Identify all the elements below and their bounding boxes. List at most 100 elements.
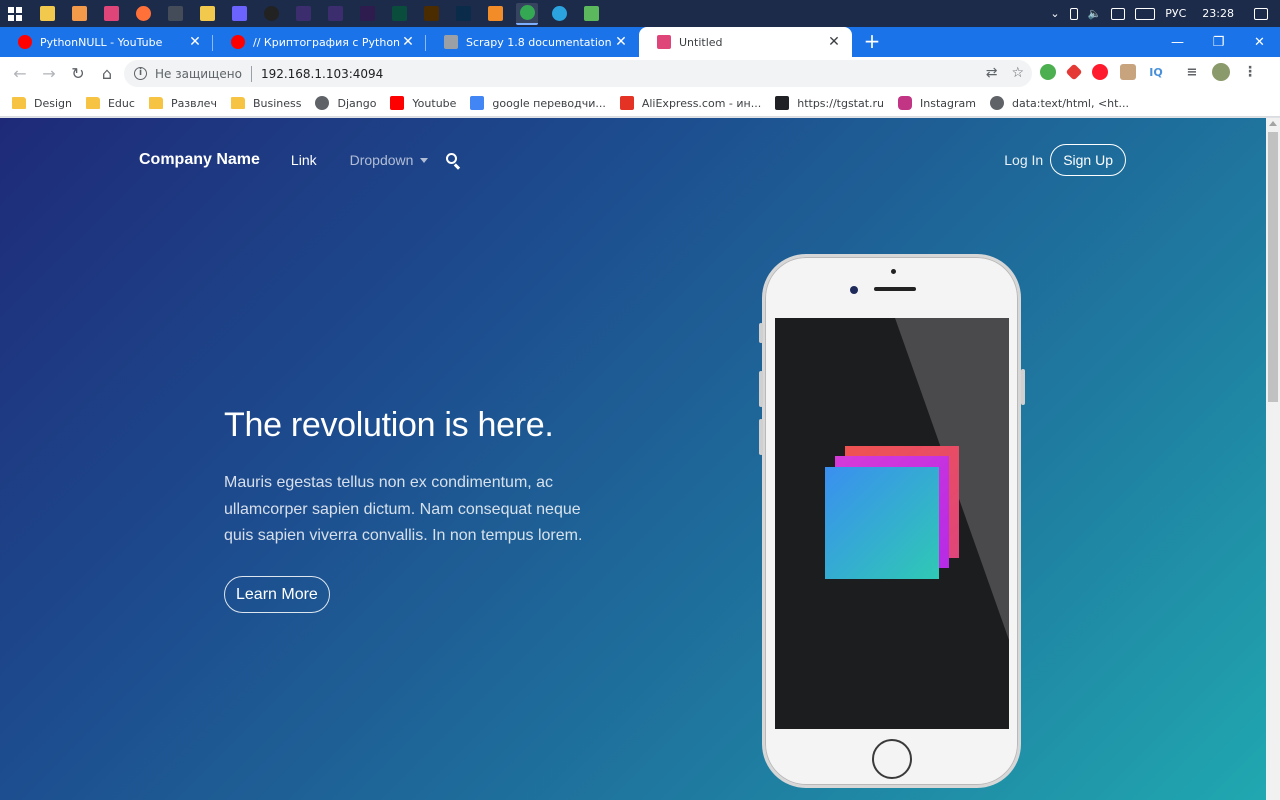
- opera-icon[interactable]: [1092, 64, 1108, 80]
- nav-link[interactable]: Link: [291, 152, 317, 168]
- address-bar[interactable]: i Не защищено 192.168.1.103:4094 ⇄ ☆: [124, 60, 1032, 87]
- restore-button[interactable]: ❐: [1198, 27, 1239, 57]
- tab-close-icon[interactable]: ✕: [400, 34, 416, 50]
- bookmark-item[interactable]: Business: [230, 91, 308, 115]
- network-icon[interactable]: [580, 3, 602, 25]
- folder-icon: [85, 97, 100, 109]
- app-icon[interactable]: [228, 3, 250, 25]
- bookmark-item[interactable]: AliExpress.com - ин...: [619, 91, 767, 115]
- star-icon[interactable]: ☆: [1011, 65, 1024, 81]
- usb-icon[interactable]: [1069, 7, 1078, 20]
- bookmark-label: Развлеч: [170, 96, 217, 110]
- hero-title: The revolution is here.: [224, 406, 554, 444]
- tab-close-icon[interactable]: ✕: [826, 34, 842, 50]
- bookmark-item[interactable]: Design: [12, 91, 78, 115]
- avast-icon[interactable]: [68, 3, 90, 25]
- security-status[interactable]: Не защищено: [155, 67, 242, 81]
- phone-side-button: [759, 371, 763, 407]
- bookmark-item[interactable]: Youtube: [390, 91, 462, 115]
- bookmark-label: Instagram: [920, 96, 977, 110]
- phone-side-button: [759, 419, 763, 455]
- menu-icon[interactable]: ⋮: [1242, 64, 1258, 80]
- app-icon[interactable]: [324, 3, 346, 25]
- tab-2[interactable]: // Криптография с Python #1 //✕: [213, 27, 426, 57]
- forward-button[interactable]: →: [35, 60, 63, 88]
- nav-dropdown[interactable]: Dropdown: [350, 152, 429, 168]
- tab-title: Scrapy 1.8 documentation — Scr: [466, 35, 613, 49]
- search-icon[interactable]: [446, 152, 461, 169]
- telegram-icon[interactable]: [548, 3, 570, 25]
- app-logo: [825, 446, 965, 586]
- network-icon[interactable]: [1111, 7, 1126, 20]
- bookmark-label: Django: [337, 96, 377, 110]
- premiere-icon[interactable]: [356, 3, 378, 25]
- paint-icon[interactable]: [100, 3, 122, 25]
- omnibox-divider: [250, 65, 252, 82]
- extension-globe-icon[interactable]: [1040, 64, 1056, 80]
- bookmark-item[interactable]: data:text/html, <ht...: [990, 91, 1135, 115]
- chrome-icon[interactable]: [516, 2, 538, 25]
- bookmark-label: https://tgstat.ru: [797, 96, 885, 110]
- home-button[interactable]: ⌂: [93, 60, 121, 88]
- back-button[interactable]: ←: [6, 60, 34, 88]
- phone-sensor: [891, 269, 896, 274]
- illustrator-icon[interactable]: [420, 3, 442, 25]
- firefox-icon[interactable]: [132, 3, 154, 25]
- new-tab-button[interactable]: +: [858, 28, 886, 56]
- taskbar-apps: [36, 2, 602, 25]
- bookmark-item[interactable]: google переводчи...: [470, 91, 611, 115]
- reload-button[interactable]: ↻: [64, 60, 92, 88]
- brand-logo[interactable]: Company Name: [139, 151, 260, 169]
- tab-favicon-icon: [657, 35, 671, 49]
- hero-text: Mauris egestas tellus non ex condimentum…: [224, 474, 583, 544]
- chevron-up-icon[interactable]: ⌄: [1050, 7, 1059, 20]
- keyboard-icon[interactable]: [1135, 7, 1156, 20]
- file-explorer-icon[interactable]: [36, 3, 58, 25]
- page-scrollbar[interactable]: [1266, 118, 1280, 800]
- scrollbar-thumb[interactable]: [1268, 132, 1278, 402]
- media-playlist-icon[interactable]: ≡: [1184, 64, 1200, 80]
- minimize-button[interactable]: —: [1157, 27, 1198, 57]
- tab-close-icon[interactable]: ✕: [187, 34, 203, 50]
- terminal-icon[interactable]: [164, 3, 186, 25]
- close-window-button[interactable]: ✕: [1239, 27, 1280, 57]
- url-text[interactable]: 192.168.1.103:4094: [261, 67, 383, 81]
- login-link[interactable]: Log In: [1004, 152, 1043, 168]
- sublime-icon[interactable]: [484, 3, 506, 25]
- bookmark-item[interactable]: https://tgstat.ru: [775, 91, 890, 115]
- language-indicator[interactable]: РУС: [1165, 7, 1186, 20]
- tab-close-icon[interactable]: ✕: [613, 34, 629, 50]
- signup-button[interactable]: Sign Up: [1050, 144, 1126, 176]
- bookmark-item[interactable]: Instagram: [898, 91, 982, 115]
- tab-1[interactable]: PythonNULL - YouTube ✕: [0, 27, 213, 57]
- scroll-up-icon[interactable]: [1269, 121, 1277, 126]
- clock[interactable]: 23:28: [1202, 7, 1234, 20]
- after-effects-icon[interactable]: [292, 3, 314, 25]
- bookmark-item[interactable]: Django: [315, 91, 382, 115]
- windows-start-icon[interactable]: [0, 0, 30, 27]
- omnibox-actions: ⇄ ☆: [986, 65, 1024, 81]
- learn-more-button[interactable]: Learn More: [224, 576, 330, 613]
- bookmark-label: AliExpress.com - ин...: [641, 96, 762, 110]
- photoshop-icon[interactable]: [452, 3, 474, 25]
- extension-puzzle-icon[interactable]: [1065, 63, 1083, 81]
- extension-box-icon[interactable]: [1120, 64, 1136, 80]
- rainbow-icon[interactable]: [196, 3, 218, 25]
- bookmarks-bar: Design Educ Развлеч Business Django Youtube go…: [0, 90, 1280, 117]
- notifications-icon[interactable]: [1254, 7, 1268, 20]
- bookmark-item[interactable]: Развлеч: [148, 91, 223, 115]
- tab-4[interactable]: Untitled ✕: [639, 27, 852, 57]
- iq-icon[interactable]: IQ: [1148, 64, 1164, 80]
- volume-icon[interactable]: 🔈: [1088, 7, 1102, 20]
- avatar[interactable]: [1212, 63, 1230, 81]
- browser-toolbar: ← → ↻ ⌂ i Не защищено 192.168.1.103:4094…: [0, 57, 1280, 90]
- tab-title: Untitled: [679, 35, 723, 49]
- folder-icon: [12, 97, 26, 109]
- audition-icon[interactable]: [388, 3, 410, 25]
- tab-3[interactable]: Scrapy 1.8 documentation — Scr✕: [426, 27, 639, 57]
- translate-icon[interactable]: ⇄: [986, 65, 998, 81]
- bookmark-item[interactable]: Educ: [85, 91, 141, 115]
- info-icon[interactable]: i: [134, 67, 147, 80]
- caret-down-icon: [420, 157, 429, 163]
- inkscape-icon[interactable]: [260, 3, 282, 25]
